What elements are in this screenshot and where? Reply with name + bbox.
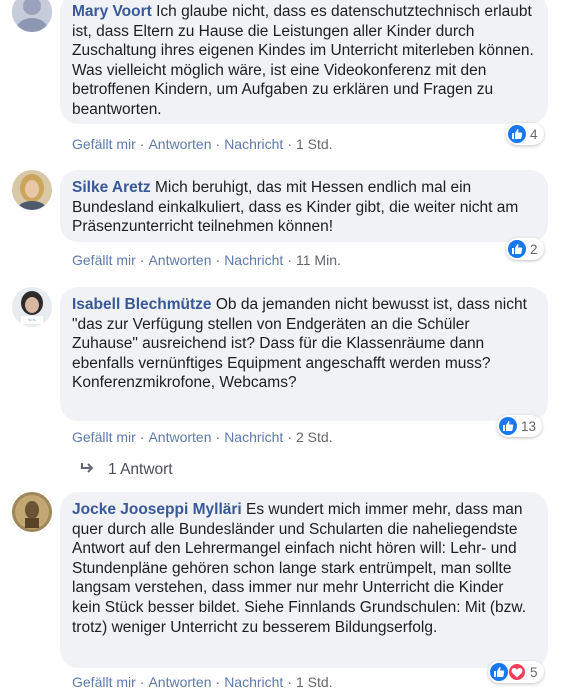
reply-link[interactable]: Antworten	[148, 252, 211, 268]
reply-link[interactable]: Antworten	[148, 136, 211, 152]
reaction-count[interactable]: 13	[497, 415, 543, 437]
view-replies-link[interactable]: 1 Antwort	[80, 461, 173, 479]
reaction-number: 2	[530, 241, 538, 257]
comment-bubble: Isabell Blechmütze Ob da jemanden nicht …	[60, 287, 548, 421]
like-link[interactable]: Gefällt mir	[72, 429, 136, 445]
comment-bubble: Jocke Jooseppi Mylläri Es wundert mich i…	[60, 492, 548, 668]
comment-actions: Gefällt mir · Antworten · Nachricht · 1 Std.	[72, 674, 333, 690]
reaction-number: 5	[530, 664, 538, 680]
reaction-number: 4	[530, 126, 538, 142]
reaction-number: 13	[521, 418, 537, 434]
like-icon	[508, 125, 526, 143]
comment-bubble: Mary Voort Ich glaube nicht, dass es dat…	[60, 0, 548, 124]
message-link[interactable]: Nachricht	[224, 674, 283, 690]
like-icon	[499, 417, 517, 435]
reaction-count[interactable]: 5	[488, 661, 544, 683]
comment-bubble: Silke Aretz Mich beruhigt, das mit Hesse…	[60, 170, 548, 242]
comment-author[interactable]: Mary Voort	[72, 3, 152, 20]
comment-text: Es wundert mich immer mehr, dass man que…	[72, 501, 527, 636]
reply-link[interactable]: Antworten	[148, 674, 211, 690]
comment-time[interactable]: 1 Std.	[296, 136, 333, 152]
comment-time[interactable]: 1 Std.	[296, 674, 333, 690]
avatar[interactable]	[12, 0, 52, 32]
message-link[interactable]: Nachricht	[224, 252, 283, 268]
avatar[interactable]	[12, 492, 52, 532]
love-icon	[508, 663, 526, 681]
reply-arrow-icon	[80, 461, 94, 479]
comment-time[interactable]: 11 Min.	[296, 252, 341, 268]
avatar[interactable]: ~~	[12, 287, 52, 327]
svg-text:~~: ~~	[28, 318, 36, 324]
comment-actions: Gefällt mir · Antworten · Nachricht · 1 Std.	[72, 136, 333, 152]
like-link[interactable]: Gefällt mir	[72, 674, 136, 690]
comment-author[interactable]: Isabell Blechmütze	[72, 296, 212, 313]
comment-time[interactable]: 2 Std.	[296, 429, 333, 445]
message-link[interactable]: Nachricht	[224, 136, 283, 152]
comment-actions: Gefällt mir · Antworten · Nachricht · 2 Std.	[72, 429, 333, 445]
reply-link[interactable]: Antworten	[148, 429, 211, 445]
reaction-count[interactable]: 2	[506, 238, 544, 260]
like-link[interactable]: Gefällt mir	[72, 136, 136, 152]
like-link[interactable]: Gefällt mir	[72, 252, 136, 268]
comment-author[interactable]: Jocke Jooseppi Mylläri	[72, 501, 242, 518]
comment-text: Ich glaube nicht, dass es datenschutztec…	[72, 3, 534, 118]
avatar[interactable]	[12, 170, 52, 210]
replies-count[interactable]: 1 Antwort	[108, 461, 173, 479]
comment-actions: Gefällt mir · Antworten · Nachricht · 11 Min.	[72, 252, 341, 268]
message-link[interactable]: Nachricht	[224, 429, 283, 445]
reaction-count[interactable]: 4	[506, 123, 544, 145]
comment-author[interactable]: Silke Aretz	[72, 179, 151, 196]
like-icon	[508, 240, 526, 258]
like-icon	[490, 663, 508, 681]
